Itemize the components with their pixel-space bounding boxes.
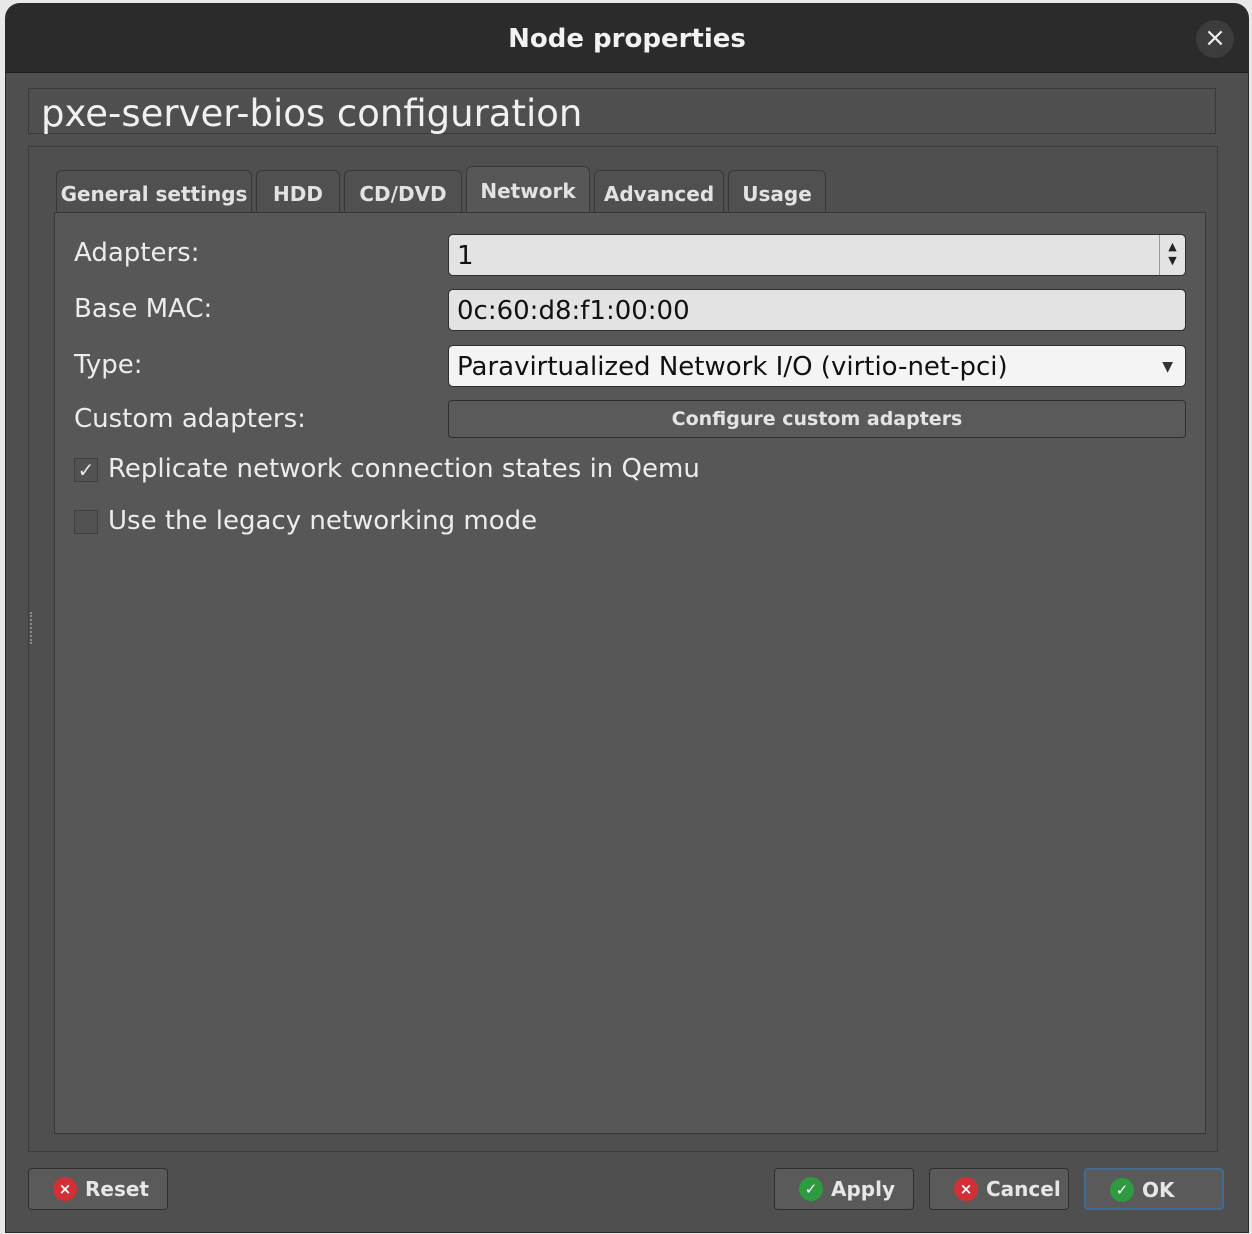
title-bar: Node properties × [6,4,1248,73]
tab-network[interactable]: Network [466,166,590,214]
cancel-circle-icon: × [53,1177,77,1201]
ok-label: OK [1142,1178,1175,1202]
cancel-circle-icon: × [954,1177,978,1201]
cancel-button[interactable]: × Cancel [929,1168,1069,1210]
configure-custom-adapters-button[interactable]: Configure custom adapters [448,400,1186,438]
tab-cd-dvd[interactable]: CD/DVD [344,170,462,212]
custom-adapters-label: Custom adapters: [74,404,306,434]
legacy-checkbox[interactable] [74,510,98,534]
type-value: Paravirtualized Network I/O (virtio-net-… [457,352,1008,382]
checkmark-circle-icon: ✓ [799,1177,823,1201]
close-icon[interactable]: × [1196,20,1234,58]
tab-hdd[interactable]: HDD [256,170,340,212]
type-label: Type: [74,350,143,380]
adapters-value: 1 [457,241,474,271]
window-title: Node properties [508,24,746,54]
apply-button[interactable]: ✓ Apply [774,1168,914,1210]
spin-arrows-icon[interactable]: ▲ ▼ [1159,235,1185,275]
tab-general-settings[interactable]: General settings [56,170,252,212]
reset-label: Reset [85,1177,149,1201]
base-mac-field[interactable]: 0c:60:d8:f1:00:00 [448,289,1186,331]
replicate-checkbox[interactable]: ✓ [74,458,98,482]
tab-advanced[interactable]: Advanced [594,170,724,212]
reset-button[interactable]: × Reset [28,1168,168,1210]
checkmark-circle-icon: ✓ [1110,1178,1134,1202]
cancel-label: Cancel [986,1177,1061,1201]
base-mac-label: Base MAC: [74,294,213,324]
config-title: pxe-server-bios configuration [28,88,1216,135]
type-select[interactable]: Paravirtualized Network I/O (virtio-net-… [448,345,1186,387]
adapters-spinbox[interactable]: 1 ▲ ▼ [448,234,1186,276]
replicate-label[interactable]: Replicate network connection states in Q… [108,454,700,484]
apply-label: Apply [831,1177,896,1201]
chevron-down-icon: ▼ [1162,359,1173,375]
tab-usage[interactable]: Usage [728,170,826,212]
adapters-label: Adapters: [74,238,200,268]
legacy-label[interactable]: Use the legacy networking mode [108,506,537,536]
ok-button[interactable]: ✓ OK [1084,1168,1224,1210]
resize-grip[interactable] [30,612,36,644]
